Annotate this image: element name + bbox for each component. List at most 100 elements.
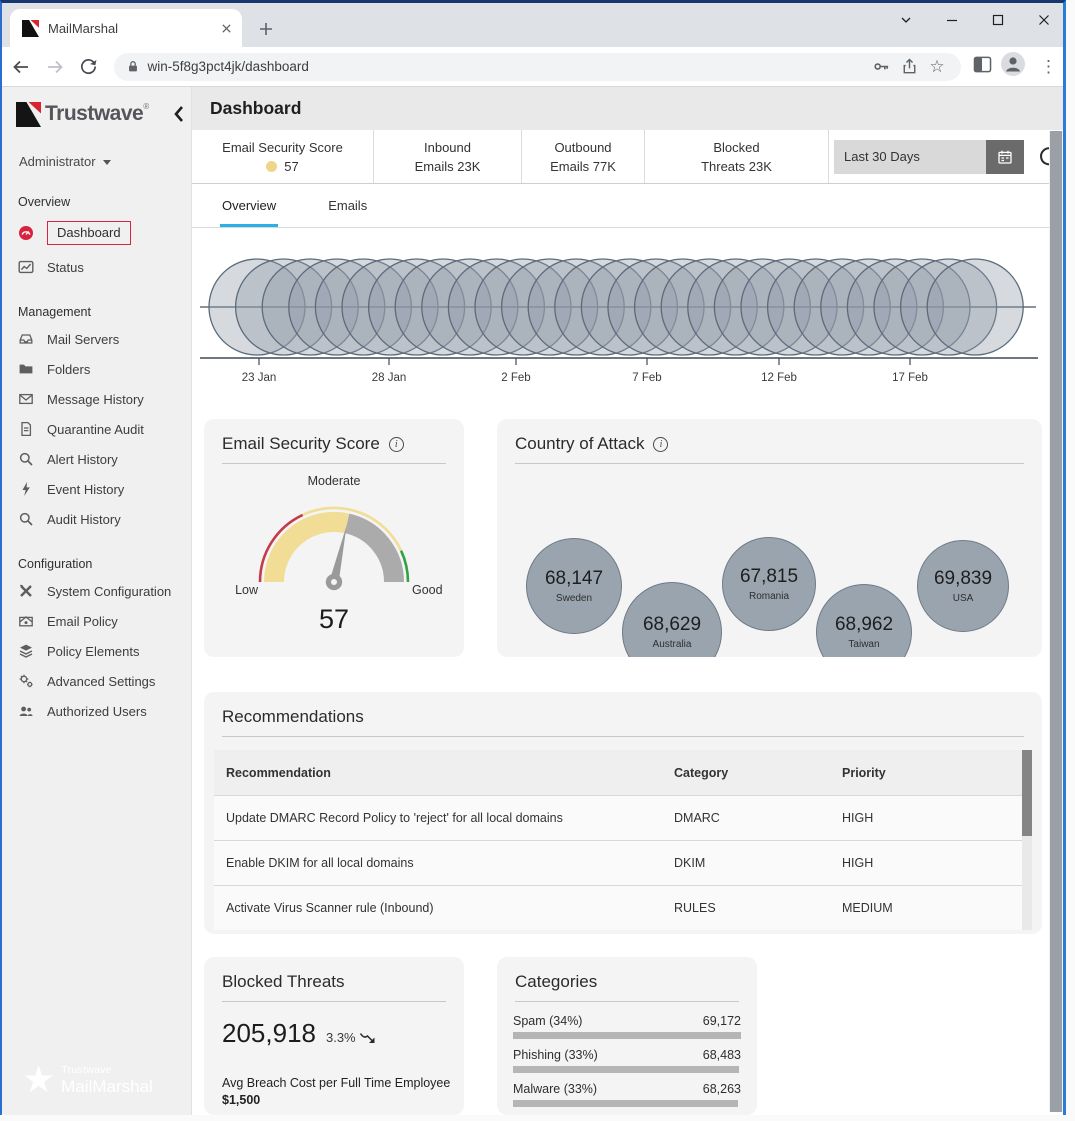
browser-menu-button[interactable]: ⋮ xyxy=(1034,57,1063,77)
sidebar-item-alert-history[interactable]: Alert History xyxy=(2,444,191,474)
stat-blocked-threats: Blocked Threats 23K xyxy=(645,130,829,183)
cell-category: DKIM xyxy=(674,856,842,870)
axis-tick-label: 17 Feb xyxy=(892,372,928,384)
reload-icon xyxy=(79,57,98,76)
axis-tick-label: 23 Jan xyxy=(242,372,277,384)
sidebar-item-event-history[interactable]: Event History xyxy=(2,474,191,504)
date-range-picker[interactable]: Last 30 Days xyxy=(834,140,1024,174)
country-bubble: 69,839 USA xyxy=(917,540,1009,632)
category-label: Spam (34%) xyxy=(513,1014,582,1028)
sidebar-collapse-button[interactable] xyxy=(172,104,185,129)
table-row[interactable]: Activate Virus Scanner rule (Inbound) RU… xyxy=(214,885,1032,930)
browser-tab[interactable]: MailMarshal xyxy=(10,9,242,47)
calendar-icon xyxy=(997,149,1013,165)
sidebar-item-label: Email Policy xyxy=(47,614,118,629)
reload-button[interactable] xyxy=(74,52,104,82)
table-scrollbar-thumb[interactable] xyxy=(1022,750,1032,836)
menu-dots-icon: ⋮ xyxy=(1034,57,1063,76)
trustwave-mark-icon xyxy=(16,102,41,127)
stat-value: Emails 77K xyxy=(522,157,644,176)
score-status-dot xyxy=(266,161,277,172)
page-header: Dashboard xyxy=(192,87,1063,130)
stat-value: 57 xyxy=(284,157,298,176)
cell-category: DMARC xyxy=(674,811,842,825)
card-title: Country of Attack xyxy=(515,434,644,454)
new-tab-button[interactable] xyxy=(252,15,280,43)
password-manager-button[interactable] xyxy=(867,55,895,79)
key-icon xyxy=(872,57,891,76)
page-scrollbar[interactable] xyxy=(1049,131,1063,1112)
url-bar[interactable]: win-5f8g3pct4jk/dashboard ☆ xyxy=(114,53,961,81)
category-row: Spam (34%) 69,172 xyxy=(513,1014,741,1039)
sidebar-item-folders[interactable]: Folders xyxy=(2,354,191,384)
category-bar xyxy=(513,1100,738,1107)
envelope-icon xyxy=(18,391,34,407)
card-title: Blocked Threats xyxy=(222,972,345,992)
minimize-icon xyxy=(944,12,960,28)
cell-priority: HIGH xyxy=(842,811,1032,825)
category-bar xyxy=(513,1066,739,1073)
date-range-value[interactable]: Last 30 Days xyxy=(834,140,986,174)
stats-bar: Email Security Score 57 Inbound Emails 2… xyxy=(192,130,1063,184)
blocked-threats-trend: 3.3% xyxy=(326,1030,356,1045)
chevron-left-icon xyxy=(172,104,185,124)
sidebar-item-dashboard[interactable]: Dashboard xyxy=(2,214,191,252)
sidebar-item-label: Advanced Settings xyxy=(47,674,155,689)
sidebar-item-status[interactable]: Status xyxy=(2,252,191,282)
page-title: Dashboard xyxy=(210,98,301,119)
info-icon[interactable] xyxy=(653,437,668,452)
country-bubble: 68,147 Sweden xyxy=(526,538,622,634)
sidebar-item-label: Event History xyxy=(47,482,124,497)
sidebar-item-quarantine-audit[interactable]: Quarantine Audit xyxy=(2,414,191,444)
window-chevron-button[interactable] xyxy=(888,5,924,35)
forward-button[interactable] xyxy=(40,52,70,82)
back-button[interactable] xyxy=(6,52,36,82)
sidebar-item-email-policy[interactable]: Email Policy xyxy=(2,606,191,636)
card-title: Categories xyxy=(515,972,597,992)
share-button[interactable] xyxy=(895,55,923,79)
blocked-threats-total: 205,918 xyxy=(222,1018,316,1049)
sidebar-item-message-history[interactable]: Message History xyxy=(2,384,191,414)
profile-button[interactable] xyxy=(1000,51,1026,82)
recommendations-card: Recommendations Recommendation Category … xyxy=(204,692,1042,934)
user-menu[interactable]: Administrator xyxy=(2,129,191,169)
line-chart-icon xyxy=(18,259,34,275)
sidebar-item-policy-elements[interactable]: Policy Elements xyxy=(2,636,191,666)
sidebar-item-authorized-users[interactable]: Authorized Users xyxy=(2,696,191,726)
section-label-configuration: Configuration xyxy=(2,553,191,576)
country-bubble: 68,629 Australia xyxy=(622,582,722,657)
category-label: Malware (33%) xyxy=(513,1082,597,1096)
app-body: Trustwave® Administrator Overview xyxy=(2,87,1063,1115)
table-header-row: Recommendation Category Priority xyxy=(214,750,1032,795)
breach-cost-value: $1,500 xyxy=(222,1092,454,1109)
info-icon[interactable] xyxy=(389,437,404,452)
bookmark-button[interactable]: ☆ xyxy=(923,55,951,79)
calendar-button[interactable] xyxy=(986,140,1024,174)
tab-emails[interactable]: Emails xyxy=(326,198,369,227)
url-text: win-5f8g3pct4jk/dashboard xyxy=(148,59,867,74)
tab-overview[interactable]: Overview xyxy=(220,198,278,227)
sidebar-item-label: Mail Servers xyxy=(47,332,119,347)
sidebar-item-mail-servers[interactable]: Mail Servers xyxy=(2,324,191,354)
window-maximize-button[interactable] xyxy=(980,5,1016,35)
side-panel-button[interactable] xyxy=(973,56,992,78)
main-content: Dashboard Email Security Score 57 Inboun… xyxy=(192,87,1063,1115)
search-icon xyxy=(18,451,34,467)
tab-close-icon[interactable] xyxy=(221,23,232,34)
window-close-button[interactable] xyxy=(1026,5,1062,35)
sidebar-nav: Overview Dashboard Status xyxy=(2,191,191,726)
page-scrollbar-thumb[interactable] xyxy=(1050,131,1062,1112)
table-scrollbar[interactable] xyxy=(1022,750,1032,930)
section-label-overview: Overview xyxy=(2,191,191,214)
sidebar-item-audit-history[interactable]: Audit History xyxy=(2,504,191,534)
forward-icon xyxy=(45,57,65,77)
table-row[interactable]: Update DMARC Record Policy to 'reject' f… xyxy=(214,795,1032,840)
categories-bar-chart: Spam (34%) 69,172 Phishing (33%) 68,483 xyxy=(497,1002,757,1107)
sidebar-item-system-configuration[interactable]: System Configuration xyxy=(2,576,191,606)
sidebar-item-label: System Configuration xyxy=(47,584,171,599)
table-row[interactable]: Enable DKIM for all local domains DKIM H… xyxy=(214,840,1032,885)
stat-value: Threats 23K xyxy=(645,157,828,176)
window-minimize-button[interactable] xyxy=(934,5,970,35)
sidebar-item-advanced-settings[interactable]: Advanced Settings xyxy=(2,666,191,696)
brand-name: Trustwave® xyxy=(45,102,149,126)
